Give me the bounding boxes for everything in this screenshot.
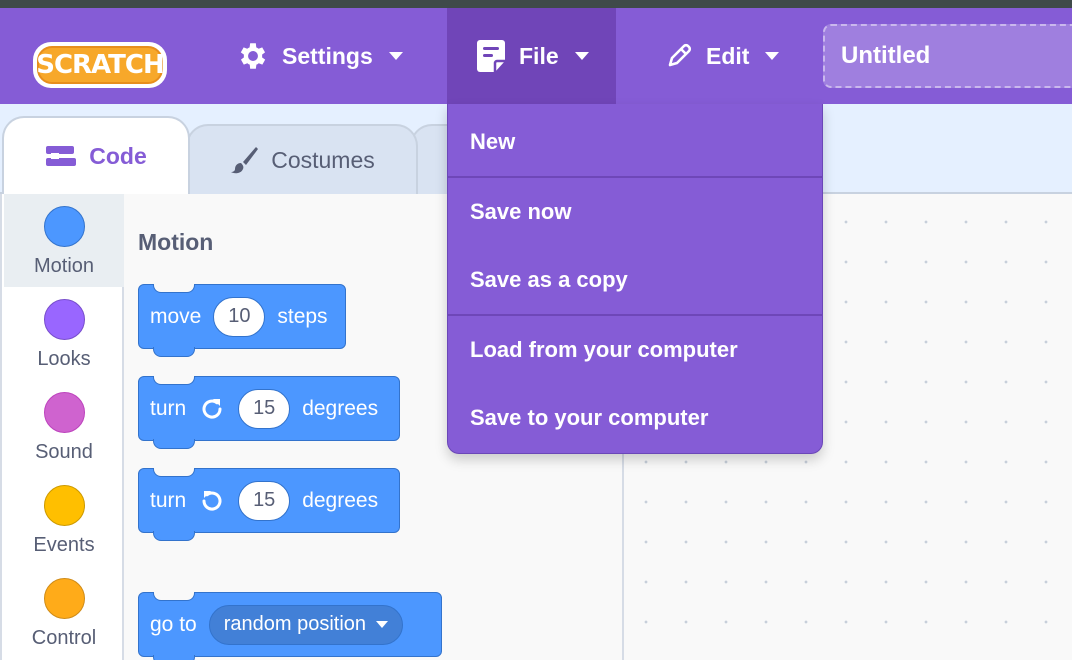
menu-bar: SCRATCH Settings File Edit Untitled — [0, 8, 1072, 104]
events-category-dot — [43, 485, 85, 526]
rotate-counterclockwise-icon — [198, 487, 226, 515]
block-text: degrees — [302, 396, 379, 420]
menu-item-save-as-copy[interactable]: Save as a copy — [448, 246, 822, 314]
looks-category-dot — [43, 299, 85, 340]
position-dropdown[interactable]: random position — [208, 604, 404, 645]
menu-item-save-to-computer[interactable]: Save to your computer — [448, 384, 822, 452]
sound-category-dot — [43, 392, 85, 433]
settings-menu[interactable]: Settings — [236, 8, 403, 104]
tab-code[interactable]: Code — [2, 116, 190, 194]
chevron-down-icon — [388, 52, 403, 60]
menu-item-save-now[interactable]: Save now — [448, 178, 822, 246]
logo-text: SCRATCH — [36, 50, 165, 80]
palette-heading: Motion — [138, 229, 214, 255]
category-label: Sound — [35, 441, 93, 463]
block-text: go to — [150, 612, 197, 636]
block-text: degrees — [302, 488, 379, 512]
pencil-icon — [664, 41, 694, 71]
gear-icon — [236, 39, 270, 73]
category-sound[interactable]: Sound — [4, 380, 124, 473]
tab-costumes[interactable]: Costumes — [186, 124, 418, 194]
degrees-input[interactable]: 15 — [238, 480, 291, 521]
degrees-input[interactable]: 15 — [238, 388, 291, 429]
block-text: move — [150, 304, 202, 328]
category-label: Control — [31, 627, 97, 649]
control-category-dot — [43, 578, 85, 619]
project-title-input[interactable]: Untitled — [823, 24, 1072, 88]
go-to-block[interactable]: go to random position — [138, 592, 442, 660]
category-events[interactable]: Events — [4, 473, 124, 566]
code-blocks-icon — [45, 144, 77, 168]
block-text: turn — [150, 396, 187, 420]
category-label: Looks — [37, 348, 91, 370]
file-icon — [475, 38, 507, 74]
block-text: steps — [277, 304, 328, 328]
edit-label: Edit — [706, 42, 750, 69]
dropdown-value: random position — [223, 613, 367, 635]
file-menu[interactable]: File — [447, 8, 616, 104]
turn-left-block[interactable]: turn 15 degrees — [138, 468, 400, 541]
settings-label: Settings — [282, 42, 373, 69]
menu-item-load-from-computer[interactable]: Load from your computer — [448, 316, 822, 384]
steps-input[interactable]: 10 — [213, 296, 266, 337]
block-text: turn — [150, 488, 187, 512]
move-steps-block[interactable]: move 10 steps — [138, 284, 346, 357]
category-motion[interactable]: Motion — [4, 194, 124, 287]
chevron-down-icon — [574, 52, 589, 60]
window-top-border — [0, 0, 1072, 8]
file-dropdown-menu: New Save now Save as a copy Load from yo… — [447, 104, 823, 454]
rotate-clockwise-icon — [198, 395, 226, 423]
paintbrush-icon — [229, 145, 259, 175]
category-label: Motion — [33, 255, 95, 277]
motion-category-dot — [43, 206, 85, 247]
edit-menu[interactable]: Edit — [664, 8, 780, 104]
category-looks[interactable]: Looks — [4, 287, 124, 380]
scratch-logo[interactable]: SCRATCH — [30, 36, 170, 94]
chevron-down-icon — [765, 52, 780, 60]
category-menu: Motion Looks Sound Events Control — [0, 194, 124, 660]
tab-code-label: Code — [89, 142, 147, 169]
turn-right-block[interactable]: turn 15 degrees — [138, 376, 400, 449]
tab-costumes-label: Costumes — [271, 146, 375, 173]
chevron-down-icon — [376, 621, 389, 628]
category-label: Events — [33, 534, 95, 556]
category-control[interactable]: Control — [4, 566, 124, 659]
file-label: File — [519, 42, 559, 69]
menu-item-new[interactable]: New — [448, 108, 822, 176]
